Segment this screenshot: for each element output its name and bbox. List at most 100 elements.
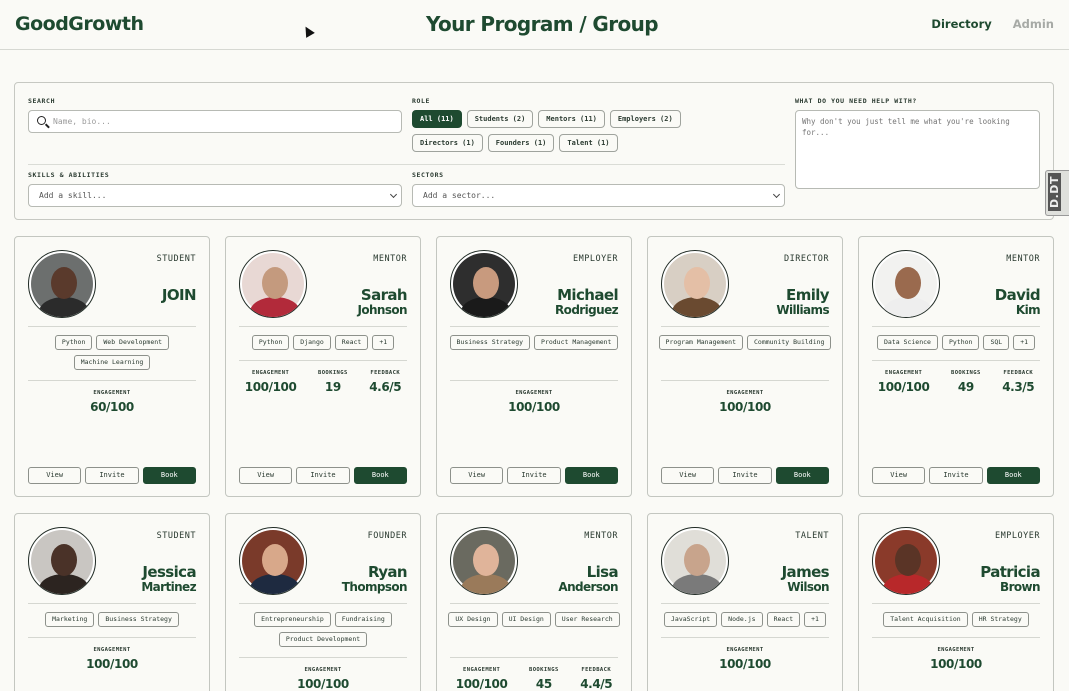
stat-value: 4.3/5 bbox=[1002, 380, 1035, 394]
profile-last-name[interactable]: Rodriguez bbox=[555, 303, 619, 317]
stat-value: 100/100 bbox=[455, 677, 508, 691]
profile-first-name[interactable]: Emily bbox=[786, 286, 830, 304]
skills-select[interactable]: Add a skill... bbox=[28, 184, 402, 207]
avatar bbox=[28, 250, 96, 318]
invite-button[interactable]: Invite bbox=[85, 467, 139, 484]
profile-last-name[interactable]: Anderson bbox=[558, 580, 618, 594]
role-chip-all[interactable]: All (11) bbox=[412, 110, 462, 128]
role-chip-students[interactable]: Students (2) bbox=[466, 110, 534, 128]
avatar-photo bbox=[664, 253, 726, 317]
role-chip-employers[interactable]: Employers (2) bbox=[609, 110, 681, 128]
role-label: STUDENT bbox=[156, 254, 196, 264]
profile-first-name[interactable]: Michael bbox=[557, 286, 618, 304]
profile-card: MENTOR David Kim Data Science Python SQL +1 ENG… bbox=[858, 236, 1054, 497]
profile-last-name[interactable]: Thompson bbox=[342, 580, 408, 594]
profile-first-name[interactable]: Sarah bbox=[361, 286, 408, 304]
skill-tags: Data Science Python SQL +1 bbox=[869, 335, 1043, 350]
help-textarea[interactable] bbox=[795, 110, 1040, 189]
skill-tag: Django bbox=[293, 335, 331, 350]
profile-card: STUDENT JOIN Python Web Development Machine … bbox=[14, 236, 210, 497]
avatar-body bbox=[250, 574, 300, 594]
stat: ENGAGEMENT 100/100 bbox=[245, 370, 297, 394]
filter-panel: SEARCH ROLE All (11) Students (2) Mentor… bbox=[14, 82, 1054, 220]
search-field[interactable] bbox=[28, 110, 402, 133]
avatar-photo bbox=[453, 530, 515, 594]
stat-label: BOOKINGS bbox=[317, 370, 348, 376]
skill-tag: Program Management bbox=[658, 335, 743, 350]
stats-row: ENGAGEMENT 60/100 bbox=[23, 390, 201, 414]
card-divider bbox=[872, 360, 1040, 361]
profile-last-name[interactable]: Johnson bbox=[357, 303, 407, 317]
role-label: EMPLOYER bbox=[995, 531, 1040, 541]
skill-tag: User Research bbox=[554, 612, 620, 627]
profile-last-name[interactable]: Brown bbox=[1000, 580, 1041, 594]
stat: ENGAGEMENT 100/100 bbox=[508, 390, 560, 414]
stat: ENGAGEMENT 100/100 bbox=[719, 647, 771, 671]
side-feedback-tab[interactable]: D.DT bbox=[1045, 170, 1069, 216]
profile-card: DIRECTOR Emily Williams Program Management C… bbox=[647, 236, 843, 497]
avatar-photo bbox=[875, 253, 937, 317]
view-button[interactable]: View bbox=[28, 467, 82, 484]
book-button[interactable]: Book bbox=[353, 467, 407, 484]
book-button[interactable]: Book bbox=[142, 467, 196, 484]
stats-row: ENGAGEMENT 100/100 BOOKINGS 45 FEEDBACK 4.4/5 bbox=[445, 667, 623, 691]
book-button[interactable]: Book bbox=[775, 467, 829, 484]
nav-admin[interactable]: Admin bbox=[1013, 17, 1054, 31]
sectors-select[interactable]: Add a sector... bbox=[412, 184, 785, 207]
profile-first-name[interactable]: Ryan bbox=[368, 563, 408, 581]
stat-label: BOOKINGS bbox=[528, 667, 559, 673]
profile-first-name[interactable]: James bbox=[782, 563, 830, 581]
profile-first-name[interactable]: JOIN bbox=[162, 286, 197, 304]
stat-label: FEEDBACK bbox=[370, 370, 401, 376]
skill-tag: +1 bbox=[372, 335, 395, 350]
stat-label: ENGAGEMENT bbox=[726, 390, 764, 396]
book-button[interactable]: Book bbox=[986, 467, 1040, 484]
invite-button[interactable]: Invite bbox=[507, 467, 561, 484]
stat-label: BOOKINGS bbox=[950, 370, 981, 376]
role-chip-directors[interactable]: Directors (1) bbox=[412, 134, 483, 152]
card-divider bbox=[450, 326, 618, 327]
stat: BOOKINGS 19 bbox=[318, 370, 348, 394]
nav-directory[interactable]: Directory bbox=[931, 17, 991, 31]
stat-value: 4.4/5 bbox=[580, 677, 613, 691]
skill-tag: Web Development bbox=[96, 335, 170, 350]
stat: ENGAGEMENT 100/100 bbox=[930, 647, 982, 671]
search-input[interactable] bbox=[53, 114, 393, 129]
side-tab-label: D.DT bbox=[1048, 173, 1061, 211]
view-button[interactable]: View bbox=[450, 467, 504, 484]
view-button[interactable]: View bbox=[872, 467, 926, 484]
skill-tag: Data Science bbox=[876, 335, 938, 350]
view-button[interactable]: View bbox=[661, 467, 715, 484]
profile-last-name[interactable]: Kim bbox=[1016, 303, 1041, 317]
role-chip-talent[interactable]: Talent (1) bbox=[559, 134, 618, 152]
avatar-photo bbox=[31, 253, 93, 317]
profile-last-name[interactable]: Williams bbox=[776, 303, 829, 317]
stat-label: FEEDBACK bbox=[581, 667, 612, 673]
stat: ENGAGEMENT 100/100 bbox=[456, 667, 508, 691]
skill-tag: +1 bbox=[1013, 335, 1036, 350]
book-button[interactable]: Book bbox=[564, 467, 618, 484]
card-divider bbox=[450, 603, 618, 604]
stat-label: ENGAGEMENT bbox=[515, 390, 553, 396]
skill-tags: Marketing Business Strategy bbox=[25, 612, 199, 627]
invite-button[interactable]: Invite bbox=[929, 467, 983, 484]
search-icon bbox=[37, 116, 46, 125]
stat: ENGAGEMENT 100/100 bbox=[297, 667, 349, 691]
view-button[interactable]: View bbox=[239, 467, 293, 484]
invite-button[interactable]: Invite bbox=[296, 467, 350, 484]
card-divider bbox=[239, 603, 407, 604]
avatar bbox=[450, 250, 518, 318]
profile-last-name[interactable]: Martinez bbox=[141, 580, 196, 594]
invite-button[interactable]: Invite bbox=[718, 467, 772, 484]
profile-first-name[interactable]: Jessica bbox=[142, 563, 196, 581]
role-chip-founders[interactable]: Founders (1) bbox=[487, 134, 555, 152]
profile-first-name[interactable]: David bbox=[995, 286, 1041, 304]
profile-last-name[interactable]: Wilson bbox=[787, 580, 829, 594]
skill-tag: UX Design bbox=[448, 612, 498, 627]
skill-tags: Talent Acquisition HR Strategy bbox=[869, 612, 1043, 627]
role-chip-mentors[interactable]: Mentors (11) bbox=[538, 110, 605, 128]
profile-first-name[interactable]: Lisa bbox=[587, 563, 619, 581]
profile-first-name[interactable]: Patricia bbox=[980, 563, 1040, 581]
skill-tags: Business Strategy Product Management bbox=[447, 335, 621, 350]
stat-label: ENGAGEMENT bbox=[93, 390, 131, 396]
